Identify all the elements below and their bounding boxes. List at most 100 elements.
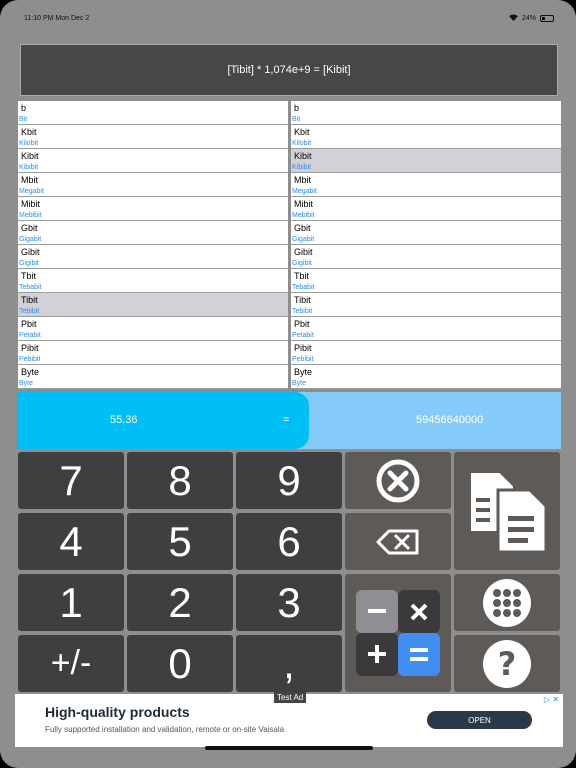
unit-row-kbit[interactable]: Kbit Kilobit xyxy=(18,125,288,149)
unit-full-name: Mebibit xyxy=(292,212,315,219)
unit-row-b[interactable]: b Bit xyxy=(291,101,561,125)
unit-row-tbit[interactable]: Tbit Tebabit xyxy=(291,269,561,293)
formula-display: [Tibit] * 1,074e+9 = [Kibit] xyxy=(20,44,558,96)
unit-full-name: Gigibit xyxy=(292,260,312,267)
unit-full-name: Petabit xyxy=(19,332,41,339)
backspace-button[interactable] xyxy=(345,513,451,570)
unit-row-gbit[interactable]: Gbit Gigabit xyxy=(18,221,288,245)
unit-row-mibit[interactable]: Mibit Mebibit xyxy=(18,197,288,221)
device-frame: 11:10 PM Mon Dec 2 24% [Tibit] * 1,074e+… xyxy=(0,0,576,768)
key-7[interactable]: 7 xyxy=(18,452,124,509)
unit-full-name: Kilobit xyxy=(19,140,39,147)
unit-abbr: b xyxy=(294,103,300,113)
unit-full-name: Megabit xyxy=(19,188,44,195)
copy-button[interactable] xyxy=(454,452,560,570)
ad-tag: Test Ad xyxy=(274,692,307,703)
unit-row-mibit[interactable]: Mibit Mebibit xyxy=(291,197,561,221)
key-1[interactable]: 1 xyxy=(18,574,124,631)
unit-row-mbit[interactable]: Mbit Megabit xyxy=(291,173,561,197)
unit-abbr: Gibit xyxy=(294,247,313,257)
from-unit-list[interactable]: b Bit Kbit Kilobit Kibit Kibibit Mbit Megabit Mi… xyxy=(18,101,288,389)
unit-abbr: Gbit xyxy=(21,223,38,233)
key-2[interactable]: 2 xyxy=(127,574,233,631)
unit-full-name: Kibibit xyxy=(292,164,312,171)
unit-full-name: Gigabit xyxy=(292,236,315,243)
unit-abbr: Mibit xyxy=(294,199,314,209)
unit-row-pibit[interactable]: Pibit Pebibit xyxy=(291,341,561,365)
unit-full-name: Kibibit xyxy=(19,164,39,171)
unit-full-name: Gigibit xyxy=(19,260,39,267)
key-3[interactable]: 3 xyxy=(236,574,342,631)
home-indicator[interactable] xyxy=(205,746,373,750)
unit-row-byte[interactable]: Byte Byte xyxy=(18,365,288,389)
to-unit-list[interactable]: b Bit Kbit Kilobit Kibit Kibibit Mbit Megabit Mi… xyxy=(291,101,561,389)
unit-row-mbit[interactable]: Mbit Megabit xyxy=(18,173,288,197)
calculator-button[interactable] xyxy=(345,574,451,692)
converter-app: [Tibit] * 1,074e+9 = [Kibit] b Bit Kbit Kil… xyxy=(15,28,563,754)
key-6[interactable]: 6 xyxy=(236,513,342,570)
unit-row-gibit[interactable]: Gibit Gigibit xyxy=(18,245,288,269)
ad-open-button[interactable]: OPEN xyxy=(427,711,532,729)
unit-abbr: Tibit xyxy=(21,295,38,305)
unit-full-name: Kilobit xyxy=(292,140,312,147)
ad-banner[interactable]: Test Ad ▷ ✕ High-quality products Fully … xyxy=(15,692,563,747)
input-field[interactable]: 55.36 = xyxy=(17,392,309,449)
key-0[interactable]: 0 xyxy=(127,635,233,692)
unit-full-name: Mebibit xyxy=(19,212,42,219)
unit-row-byte[interactable]: Byte Byte xyxy=(291,365,561,389)
grid-menu-icon xyxy=(482,578,532,628)
copy-icon xyxy=(462,466,552,556)
input-value: 55.36 xyxy=(110,414,138,426)
unit-abbr: Gibit xyxy=(21,247,40,257)
unit-row-pbit[interactable]: Pbit Petabit xyxy=(291,317,561,341)
unit-full-name: Byte xyxy=(19,380,34,387)
unit-abbr: Kbit xyxy=(21,127,37,137)
unit-full-name: Pebibit xyxy=(292,356,314,363)
unit-row-pibit[interactable]: Pibit Pebibit xyxy=(18,341,288,365)
unit-row-b[interactable]: b Bit xyxy=(18,101,288,125)
unit-abbr: Mibit xyxy=(21,199,41,209)
unit-full-name: Tebabit xyxy=(292,284,315,291)
result-bar: 55.36 = 59456640000 xyxy=(17,392,561,449)
unit-row-kibit[interactable]: Kibit Kibibit xyxy=(291,149,561,173)
key-5[interactable]: 5 xyxy=(127,513,233,570)
unit-row-tibit[interactable]: Tibit Tebibit xyxy=(291,293,561,317)
clear-button[interactable] xyxy=(345,452,451,509)
unit-row-kbit[interactable]: Kbit Kilobit xyxy=(291,125,561,149)
unit-row-tbit[interactable]: Tbit Tebabit xyxy=(18,269,288,293)
screen: 11:10 PM Mon Dec 2 24% [Tibit] * 1,074e+… xyxy=(0,0,576,768)
ad-title[interactable]: High-quality products xyxy=(45,704,190,720)
unit-abbr: Kbit xyxy=(294,127,310,137)
unit-full-name: Gigabit xyxy=(19,236,42,243)
key-4[interactable]: 4 xyxy=(18,513,124,570)
unit-abbr: Gbit xyxy=(294,223,311,233)
unit-full-name: Petabit xyxy=(292,332,314,339)
unit-full-name: Bit xyxy=(292,116,301,123)
status-time: 11:10 PM Mon Dec 2 xyxy=(24,15,90,22)
key-8[interactable]: 8 xyxy=(127,452,233,509)
output-value: 59456640000 xyxy=(416,414,484,426)
unit-abbr: Kibit xyxy=(21,151,39,161)
unit-row-gibit[interactable]: Gibit Gigibit xyxy=(291,245,561,269)
menu-button[interactable] xyxy=(454,574,560,631)
backspace-icon xyxy=(375,529,421,555)
unit-abbr: Pbit xyxy=(294,319,310,329)
key-9[interactable]: 9 xyxy=(236,452,342,509)
help-icon: ? xyxy=(482,639,532,689)
unit-row-tibit[interactable]: Tibit Tebibit xyxy=(18,293,288,317)
formula-text: [Tibit] * 1,074e+9 = [Kibit] xyxy=(227,64,351,76)
unit-row-pbit[interactable]: Pbit Petabit xyxy=(18,317,288,341)
unit-abbr: Pbit xyxy=(21,319,37,329)
help-button[interactable]: ? xyxy=(454,635,560,692)
unit-abbr: Tbit xyxy=(294,271,310,281)
clear-x-icon xyxy=(375,458,421,504)
unit-abbr: Tbit xyxy=(21,271,37,281)
comma-key[interactable]: , xyxy=(236,635,342,692)
unit-row-kibit[interactable]: Kibit Kibibit xyxy=(18,149,288,173)
unit-row-gbit[interactable]: Gbit Gigabit xyxy=(291,221,561,245)
sign-toggle-key[interactable]: +/- xyxy=(18,635,124,692)
unit-abbr: Mbit xyxy=(294,175,312,185)
ad-choices-icon[interactable]: ▷ ✕ xyxy=(544,695,559,704)
status-right: 24% xyxy=(508,14,554,23)
unit-full-name: Pebibit xyxy=(19,356,41,363)
